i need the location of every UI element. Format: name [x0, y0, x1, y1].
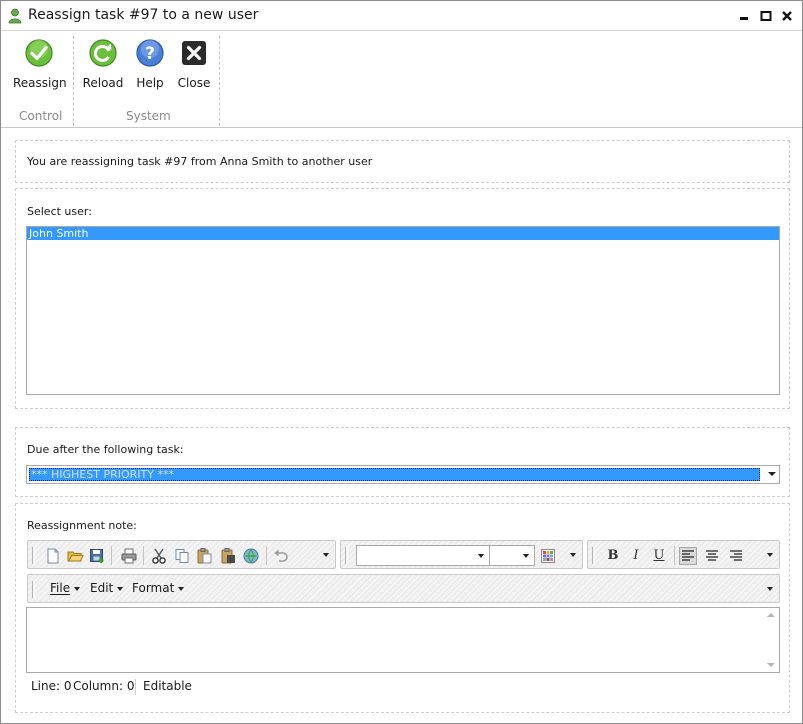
select-user-label: Select user:	[27, 205, 92, 218]
menu-file-label: File	[50, 581, 71, 595]
reassign-label: Reassign	[13, 76, 67, 90]
italic-icon[interactable]: I	[627, 547, 645, 565]
ribbon: Reassign Reload ? Help Close Control Sys…	[1, 32, 802, 128]
toolbar-grip[interactable]	[592, 547, 595, 564]
toolbar-grip[interactable]	[32, 581, 35, 598]
title-bar: Reassign task #97 to a new user	[1, 1, 802, 31]
menu-edit[interactable]: Edit	[90, 581, 124, 595]
note-editor[interactable]	[26, 607, 780, 673]
toolbar-grip[interactable]	[345, 547, 348, 564]
color-grid-icon[interactable]	[539, 547, 557, 565]
chevron-down-icon	[178, 586, 185, 591]
info-text: You are reassigning task #97 from Anna S…	[27, 155, 373, 168]
toolbar-grip[interactable]	[32, 547, 35, 564]
align-right-glyph	[730, 550, 742, 561]
save-icon[interactable]	[88, 547, 106, 565]
copy-icon[interactable]	[173, 547, 191, 565]
info-panel: You are reassigning task #97 from Anna S…	[15, 140, 790, 183]
toolbar-overflow-icon[interactable]	[570, 553, 576, 557]
due-after-selected-value: *** HIGHEST PRIORITY ***	[29, 468, 760, 481]
toolbar-overflow-icon[interactable]	[767, 553, 773, 557]
status-column: Column: 0	[73, 679, 135, 693]
list-item[interactable]: John Smith	[27, 227, 779, 240]
font-size-select[interactable]	[489, 545, 535, 566]
scroll-down-icon[interactable]	[767, 663, 775, 667]
reassignment-note-panel: Reassignment note: B I U File Edit Forma…	[15, 503, 790, 713]
align-left-icon[interactable]	[679, 547, 697, 565]
font-toolbar	[340, 540, 583, 569]
help-icon: ?	[136, 39, 164, 67]
toolbar-overflow-icon[interactable]	[767, 587, 773, 591]
underline-icon[interactable]: U	[650, 547, 668, 565]
menu-format-label: Format	[132, 581, 175, 595]
paste-special-icon[interactable]	[219, 547, 237, 565]
chevron-down-icon	[478, 554, 484, 558]
toolbar-separator	[674, 546, 675, 565]
status-mode: Editable	[143, 679, 192, 693]
close-window-icon[interactable]	[779, 8, 795, 24]
due-after-label: Due after the following task:	[27, 443, 184, 456]
paste-icon[interactable]	[195, 547, 213, 565]
align-center-icon[interactable]	[703, 547, 721, 565]
toolbar-separator	[143, 546, 144, 565]
status-line: Line: 0	[31, 679, 72, 693]
print-icon[interactable]	[120, 547, 138, 565]
toolbar-separator	[111, 546, 112, 565]
undo-icon[interactable]	[272, 547, 290, 565]
reassign-button[interactable]: Reassign	[13, 38, 67, 100]
due-after-panel: Due after the following task: *** HIGHES…	[15, 427, 790, 497]
user-listbox[interactable]: John Smith	[26, 226, 780, 395]
close-button[interactable]: Close	[175, 38, 213, 100]
reload-button[interactable]: Reload	[81, 38, 125, 100]
cut-icon[interactable]	[150, 547, 168, 565]
align-left-glyph	[682, 550, 694, 561]
close-label: Close	[177, 76, 211, 90]
menu-edit-label: Edit	[90, 581, 114, 595]
new-document-icon[interactable]	[44, 547, 62, 565]
align-center-glyph	[706, 550, 718, 561]
chevron-down-icon	[523, 554, 529, 558]
spellcheck-icon[interactable]	[242, 547, 260, 565]
format-toolbar: B I U	[587, 540, 780, 569]
help-button[interactable]: ? Help	[133, 38, 167, 100]
reload-icon	[89, 39, 117, 67]
menu-toolbar: File Edit Format	[27, 574, 780, 603]
group-label-control: Control	[19, 109, 63, 123]
reassignment-note-label: Reassignment note:	[27, 519, 137, 532]
status-separator	[135, 679, 136, 695]
ribbon-separator	[219, 36, 220, 126]
scroll-up-icon[interactable]	[767, 613, 775, 617]
checkmark-icon	[25, 39, 53, 67]
open-folder-icon[interactable]	[66, 547, 84, 565]
toolbar-separator	[266, 546, 267, 565]
due-after-select[interactable]: *** HIGHEST PRIORITY ***	[26, 465, 780, 484]
menu-file[interactable]: File	[50, 581, 81, 595]
reassign-window: Reassign task #97 to a new user Reassign	[0, 0, 803, 724]
chevron-down-icon	[74, 586, 81, 591]
user-icon	[8, 8, 22, 24]
edit-toolbar	[27, 540, 336, 569]
menu-format[interactable]: Format	[132, 581, 185, 595]
minimize-icon[interactable]	[736, 8, 752, 24]
help-label: Help	[136, 76, 164, 90]
window-title: Reassign task #97 to a new user	[28, 7, 259, 23]
chevron-down-icon	[117, 586, 124, 591]
toolbar-overflow-icon[interactable]	[323, 553, 329, 557]
font-family-select[interactable]	[356, 545, 490, 566]
svg-text:?: ?	[145, 44, 155, 64]
select-user-panel: Select user: John Smith	[15, 188, 790, 409]
align-right-icon[interactable]	[727, 547, 745, 565]
chevron-down-icon[interactable]	[768, 472, 776, 476]
maximize-icon[interactable]	[758, 8, 774, 24]
bold-icon[interactable]: B	[604, 547, 622, 565]
close-icon	[182, 41, 206, 65]
ribbon-separator	[73, 36, 74, 126]
reload-label: Reload	[82, 76, 124, 90]
group-label-system: System	[126, 109, 171, 123]
